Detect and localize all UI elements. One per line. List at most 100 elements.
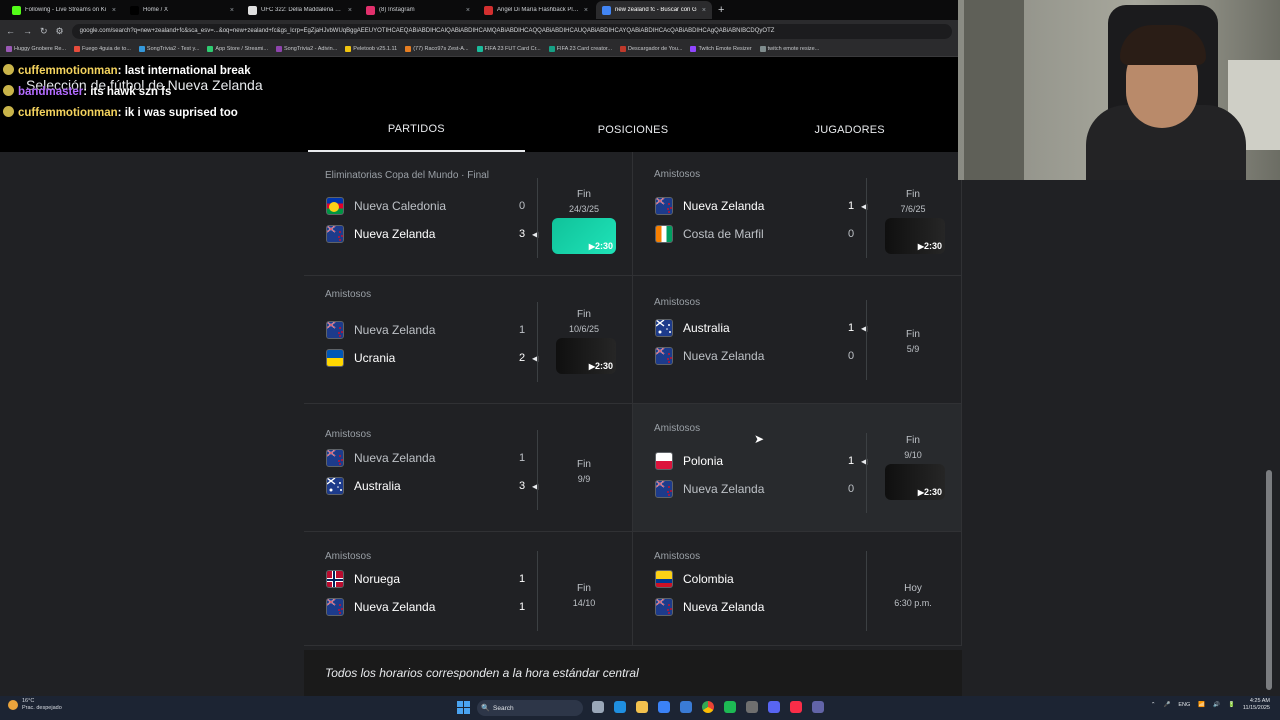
close-tab-icon[interactable]: × bbox=[348, 7, 352, 14]
match-card[interactable]: AmistososPolonia1◀Nueva Zelanda0Fin9/102… bbox=[633, 404, 962, 532]
team-score: 1 bbox=[848, 455, 855, 467]
chrome-icon[interactable] bbox=[702, 701, 714, 713]
chevron-up-icon[interactable]: ⌃ bbox=[1151, 702, 1156, 708]
spotify-icon[interactable] bbox=[724, 701, 736, 713]
volume-icon[interactable]: 🔊 bbox=[1213, 702, 1220, 708]
bookmark-favicon-icon bbox=[73, 46, 80, 52]
chat-username[interactable]: bandmaster bbox=[18, 86, 83, 98]
team-row: Australia 3 ◀ bbox=[326, 477, 538, 495]
match-date: 6:30 p.m. bbox=[894, 598, 932, 608]
bookmark-item[interactable]: Fuego 4guia de to... bbox=[73, 46, 131, 52]
match-card[interactable]: Eliminatorias Copa del Mundo · Final Nuev… bbox=[304, 152, 633, 276]
video-highlight-thumbnail[interactable]: 2:30 bbox=[885, 218, 945, 254]
screen: { "browser": { "tabs": [ {"label": "Foll… bbox=[0, 0, 1280, 720]
browser-tab[interactable]: (8) Instagram × bbox=[360, 1, 476, 19]
video-highlight-thumbnail[interactable]: 2:30 bbox=[885, 464, 945, 500]
bookmark-favicon-icon bbox=[759, 46, 766, 52]
browser-tab[interactable]: UFC 322: Della Maddalena vs. I × bbox=[242, 1, 358, 19]
bookmark-item[interactable]: FIFA 23 Card creator... bbox=[548, 46, 613, 52]
match-date: 7/6/25 bbox=[900, 204, 926, 214]
flag-civ-icon bbox=[655, 225, 673, 243]
site-info-icon[interactable]: ⚙ bbox=[56, 26, 64, 37]
weather-widget[interactable]: 16°C Prac. despejado bbox=[8, 698, 62, 712]
team-score: 1 bbox=[519, 601, 526, 613]
reload-icon[interactable]: ↻ bbox=[40, 26, 48, 37]
browser-tab[interactable]: Ángel Di María Flashback Playe × bbox=[478, 1, 594, 19]
bookmark-item[interactable]: FIFA 23 FUT Card Cr... bbox=[476, 46, 541, 52]
url-field[interactable]: google.com/search?q=new+zealand+fc&sca_e… bbox=[71, 23, 952, 39]
address-bar-row: ← → ↻ ⚙ google.com/search?q=new+zealand+… bbox=[0, 20, 958, 42]
team-row: Polonia 1 ◀ bbox=[655, 452, 867, 470]
bookmark-item[interactable]: Peletoob v25.1.11 bbox=[345, 46, 397, 52]
windows-start-icon[interactable] bbox=[457, 701, 470, 714]
mail-icon[interactable] bbox=[680, 701, 692, 713]
browser-tab[interactable]: new zealand fc - Buscar con G × bbox=[596, 1, 712, 19]
browser-tab[interactable]: Following - Live Streams on Ki × bbox=[6, 1, 122, 19]
close-tab-icon[interactable]: × bbox=[702, 7, 706, 14]
close-tab-icon[interactable]: × bbox=[584, 7, 588, 14]
match-date: 9/10 bbox=[904, 450, 922, 460]
microphone-icon[interactable]: 🎤 bbox=[1164, 702, 1171, 708]
bookmark-item[interactable]: App Store / Streami... bbox=[207, 46, 268, 52]
close-tab-icon[interactable]: × bbox=[230, 7, 234, 14]
file-explorer-icon[interactable] bbox=[592, 701, 604, 713]
bookmark-item[interactable]: Descargador de You... bbox=[620, 46, 682, 52]
divider bbox=[537, 178, 538, 258]
language-indicator[interactable]: ENG bbox=[1178, 702, 1190, 708]
taskbar-search[interactable]: Search bbox=[477, 700, 583, 716]
edge-icon[interactable] bbox=[614, 701, 626, 713]
bookmark-item[interactable]: twitch emote resize... bbox=[759, 46, 819, 52]
new-tab-button[interactable]: + bbox=[718, 4, 724, 16]
team-row: Costa de Marfil 0 bbox=[655, 225, 865, 243]
match-card[interactable]: Amistosos Nueva Zelanda 1 ◀ Costa de Marfil 0… bbox=[633, 152, 962, 276]
team-name: Costa de Marfil bbox=[683, 227, 764, 241]
forward-icon[interactable]: → bbox=[23, 26, 32, 36]
bookmark-item[interactable]: Huggy Gnobere Re... bbox=[6, 46, 66, 52]
back-icon[interactable]: ← bbox=[6, 26, 15, 36]
flag-aus-icon bbox=[655, 319, 673, 337]
obs-icon[interactable] bbox=[746, 701, 758, 713]
music-icon[interactable] bbox=[790, 701, 802, 713]
bookmark-item[interactable]: Twitch Emote Resizer bbox=[690, 46, 752, 52]
bookmark-item[interactable]: (77) Raco97s Zest-A... bbox=[405, 46, 469, 52]
page-scrollbar[interactable] bbox=[1266, 470, 1272, 690]
chat-username[interactable]: cuffemmotionman bbox=[18, 107, 118, 119]
browser-tab[interactable]: Home / X × bbox=[124, 1, 240, 19]
close-tab-icon[interactable]: × bbox=[112, 7, 116, 14]
team-row: Colombia bbox=[655, 570, 865, 588]
video-highlight-thumbnail[interactable]: 2:30 bbox=[552, 218, 616, 254]
folder-icon[interactable] bbox=[636, 701, 648, 713]
video-highlight-thumbnail[interactable]: 2:30 bbox=[556, 338, 616, 374]
team-name: Nueva Zelanda bbox=[683, 482, 765, 496]
match-card[interactable]: Amistosos Nueva Zelanda 1 Australia 3 ◀ Fin 9/9 bbox=[304, 404, 633, 532]
match-card[interactable]: Amistosos Noruega 1 Nueva Zelanda 1 Fin 14/10 bbox=[304, 532, 633, 646]
tab-partidos[interactable]: PARTIDOS bbox=[308, 108, 525, 152]
tab-title: Ángel Di María Flashback Playe bbox=[497, 7, 580, 13]
match-card[interactable]: Amistosos Colombia Nueva Zelanda Hoy 6:30 p.… bbox=[633, 532, 962, 646]
bookmark-label: FIFA 23 Card creator... bbox=[556, 46, 613, 52]
bookmark-favicon-icon bbox=[405, 46, 412, 52]
chat-username[interactable]: cuffemmotionman bbox=[18, 65, 118, 77]
network-icon[interactable]: 📶 bbox=[1198, 702, 1205, 708]
tab-posiciones[interactable]: POSICIONES bbox=[525, 108, 742, 152]
match-status: Fin 9/10 bbox=[873, 434, 953, 462]
match-card[interactable]: Amistosos Australia 1 ◀ Nueva Zelanda 0 Fin 5/9 bbox=[633, 276, 962, 404]
close-tab-icon[interactable]: × bbox=[466, 7, 470, 14]
teams-icon[interactable] bbox=[812, 701, 824, 713]
tab-jugadores[interactable]: JUGADORES bbox=[741, 108, 958, 152]
discord-icon[interactable] bbox=[768, 701, 780, 713]
team-score: 1 bbox=[848, 200, 855, 212]
timezone-note: Todos los horarios corresponden a la hor… bbox=[304, 650, 962, 696]
team-score: 0 bbox=[848, 483, 855, 495]
match-date: 14/10 bbox=[572, 598, 596, 608]
status-label: Fin bbox=[577, 189, 591, 200]
clock[interactable]: 4:25 AM 11/15/2025 bbox=[1243, 698, 1270, 712]
battery-icon[interactable]: 🔋 bbox=[1228, 702, 1235, 708]
match-card[interactable]: Amistosos Nueva Zelanda 1 Ucrania 2 ◀ Fin 10/6/… bbox=[304, 276, 633, 404]
store-icon[interactable] bbox=[658, 701, 670, 713]
team-name: Colombia bbox=[683, 572, 734, 586]
bookmark-item[interactable]: SongTrivia2 - Test y... bbox=[138, 46, 199, 52]
match-status: Fin 9/9 bbox=[544, 458, 624, 486]
bookmark-item[interactable]: SongTrivia2 - Adivin... bbox=[275, 46, 337, 52]
divider bbox=[866, 433, 867, 513]
